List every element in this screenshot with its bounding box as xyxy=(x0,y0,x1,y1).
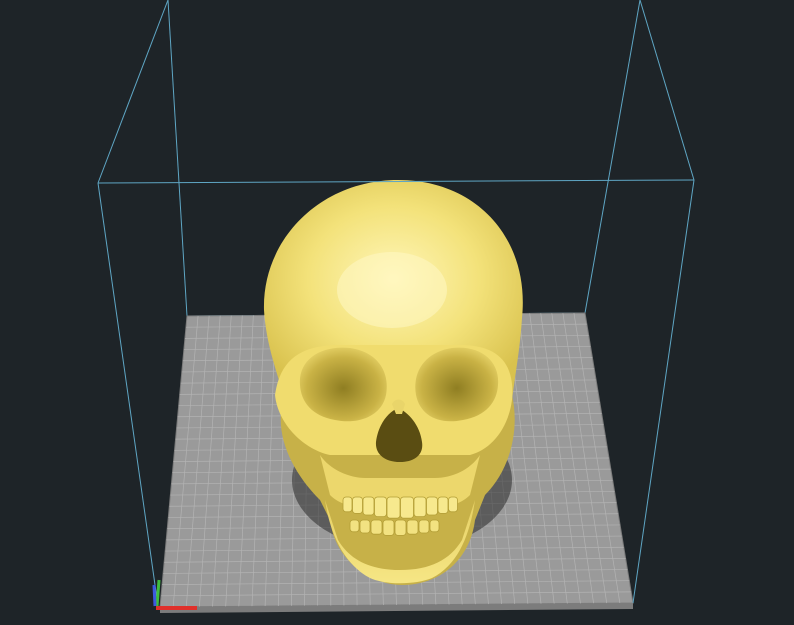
z-axis-line xyxy=(152,584,157,607)
cranium-highlight xyxy=(337,252,447,328)
left-eye-socket xyxy=(299,347,387,422)
3d-scene[interactable] xyxy=(0,0,794,625)
3d-viewport[interactable] xyxy=(0,0,794,625)
y-axis-line xyxy=(155,579,161,607)
right-eye-socket xyxy=(415,347,499,422)
